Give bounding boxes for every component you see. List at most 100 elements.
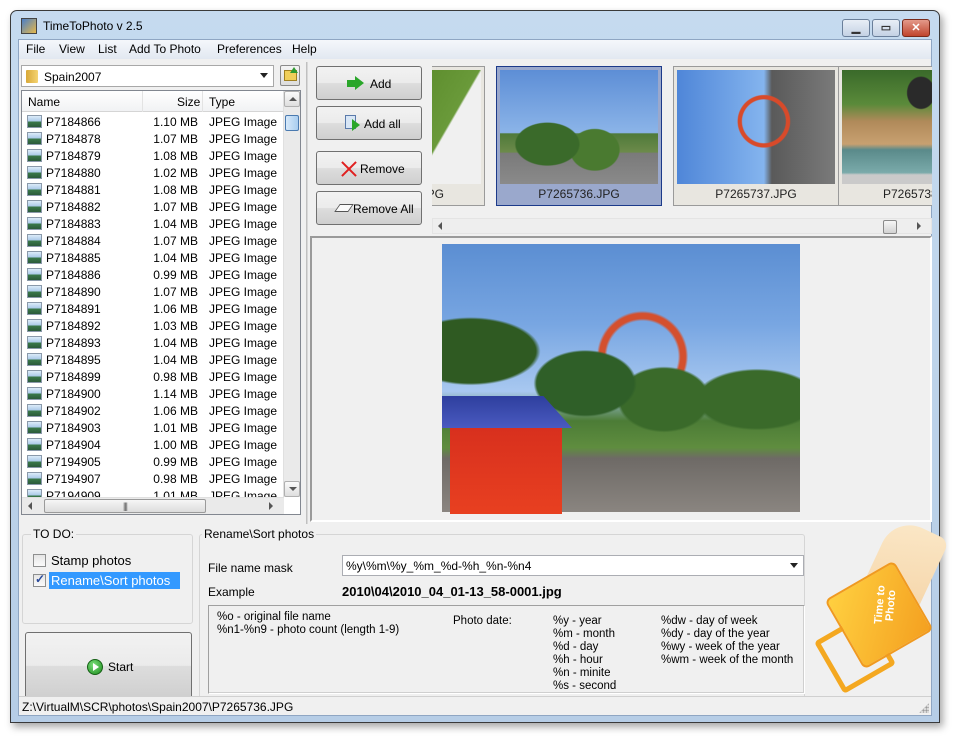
stamp-photos-checkbox[interactable] [33,554,46,567]
file-row[interactable]: P7184904 1.00 MB JPEG Image [22,436,284,453]
thumbnail-image [432,70,481,184]
file-type: JPEG Image [209,302,278,316]
add-all-button[interactable]: Add all [316,106,422,140]
thumbnail-selected[interactable]: P7265736.JPG [496,66,662,206]
file-row[interactable]: P7184885 1.04 MB JPEG Image [22,249,284,266]
remove-all-button[interactable]: Remove All [316,191,422,225]
todo-group: TO DO: Stamp photos Rename\Sort photos [22,527,193,624]
menu-add-to-photo[interactable]: Add To Photo [129,42,201,56]
start-button[interactable]: Start [25,632,192,699]
file-size: 1.07 MB [153,200,198,214]
column-name[interactable]: Name [28,95,60,109]
close-button[interactable]: ✕ [902,19,930,37]
scroll-right-icon[interactable] [269,502,273,510]
file-type: JPEG Image [209,115,278,129]
add-all-icon [345,115,363,133]
folder-up-button[interactable] [280,65,300,86]
file-row[interactable]: P7184886 0.99 MB JPEG Image [22,266,284,283]
example-label: Example [208,585,255,599]
stamp-photos-label[interactable]: Stamp photos [49,552,133,569]
scroll-right-icon[interactable] [917,222,921,230]
file-row[interactable]: P7184892 1.03 MB JPEG Image [22,317,284,334]
remove-button[interactable]: Remove [316,151,422,185]
file-row[interactable]: P7184903 1.01 MB JPEG Image [22,419,284,436]
status-path: Z:\VirtualM\SCR\photos\Spain2007\P726573… [22,700,294,714]
menu-preferences[interactable]: Preferences [217,42,282,56]
file-name: P7184903 [46,421,101,435]
status-bar: Z:\VirtualM\SCR\photos\Spain2007\P726573… [19,696,931,715]
thumbnail-image [677,70,835,184]
menu-help[interactable]: Help [292,42,317,56]
rename-sort-checkbox[interactable] [33,572,46,587]
file-row[interactable]: P7184883 1.04 MB JPEG Image [22,215,284,232]
file-size: 0.98 MB [153,370,198,384]
scroll-thumb[interactable] [883,220,897,234]
file-row[interactable]: P7184891 1.06 MB JPEG Image [22,300,284,317]
logo-text: Time to Photo [872,584,899,625]
file-name: P7184899 [46,370,101,384]
minimize-button[interactable]: ▁ [842,19,870,37]
vertical-scrollbar[interactable] [283,91,300,497]
file-row[interactable]: P7184880 1.02 MB JPEG Image [22,164,284,181]
thumbnail-scrollbar[interactable] [432,218,932,234]
file-name: P7184886 [46,268,101,282]
file-row[interactable]: P7184900 1.14 MB JPEG Image [22,385,284,402]
file-row[interactable]: P7184879 1.08 MB JPEG Image [22,147,284,164]
image-file-icon [27,166,42,179]
chevron-down-icon[interactable] [790,563,798,568]
file-type: JPEG Image [209,353,278,367]
grip-icon: ||| [122,501,128,511]
scroll-left-icon[interactable] [438,222,442,230]
scroll-thumb[interactable] [285,115,299,131]
menu-list[interactable]: List [98,42,117,56]
file-row[interactable]: P7184893 1.04 MB JPEG Image [22,334,284,351]
thumbnail-caption: P7265737.JPG [715,187,797,201]
file-size: 1.08 MB [153,183,198,197]
folder-select[interactable]: Spain2007 [21,65,274,87]
resize-grip-icon[interactable] [919,703,929,713]
scroll-down-button[interactable] [284,481,300,497]
file-row[interactable]: P7184902 1.06 MB JPEG Image [22,402,284,419]
maximize-button[interactable]: ▭ [872,19,900,37]
file-row[interactable]: P7184890 1.07 MB JPEG Image [22,283,284,300]
scroll-left-icon[interactable] [28,502,32,510]
rename-sort-label[interactable]: Rename\Sort photos [49,572,180,589]
file-row[interactable]: P7194905 0.99 MB JPEG Image [22,453,284,470]
add-button[interactable]: Add [316,66,422,100]
file-row[interactable]: P7184882 1.07 MB JPEG Image [22,198,284,215]
date-code: %wm - week of the month [661,654,794,666]
image-file-icon [27,149,42,162]
image-file-icon [27,251,42,264]
thumbnail-image [842,70,932,184]
file-size: 1.01 MB [153,421,198,435]
file-name-mask-combo[interactable]: %y\%m\%y_%m_%d-%h_%n-%n4 [342,555,804,576]
example-value: 2010\04\2010_04_01-13_58-0001.jpg [342,584,562,599]
horizontal-scrollbar[interactable]: ||| [22,497,284,514]
scroll-up-button[interactable] [284,91,300,107]
title-bar[interactable]: TimeToPhoto v 2.5 ▁ ▭ ✕ [11,11,939,39]
file-row[interactable]: P7184884 1.07 MB JPEG Image [22,232,284,249]
file-name: P7184880 [46,166,101,180]
thumbnail[interactable]: P7265738.JPG [838,66,932,206]
file-row[interactable]: P7184881 1.08 MB JPEG Image [22,181,284,198]
menu-file[interactable]: File [26,42,45,56]
file-row[interactable]: P7184899 0.98 MB JPEG Image [22,368,284,385]
column-type[interactable]: Type [209,95,235,109]
thumbnail[interactable]: PG [432,66,485,206]
splitter[interactable] [306,62,308,524]
scroll-thumb[interactable]: ||| [44,499,206,513]
file-row[interactable]: P7184866 1.10 MB JPEG Image [22,113,284,130]
rename-title: Rename\Sort photos [202,527,317,541]
maximize-icon: ▭ [880,22,892,34]
file-list[interactable]: Name Size Type P7184866 1.10 MB JPEG Image… [21,90,301,515]
column-size[interactable]: Size [177,95,200,109]
file-size: 0.99 MB [153,268,198,282]
file-name: P7184884 [46,234,101,248]
file-row[interactable]: P7184895 1.04 MB JPEG Image [22,351,284,368]
file-type: JPEG Image [209,166,278,180]
file-size: 1.07 MB [153,132,198,146]
menu-view[interactable]: View [59,42,85,56]
file-row[interactable]: P7184878 1.07 MB JPEG Image [22,130,284,147]
file-row[interactable]: P7194907 0.98 MB JPEG Image [22,470,284,487]
thumbnail[interactable]: P7265737.JPG [673,66,839,206]
